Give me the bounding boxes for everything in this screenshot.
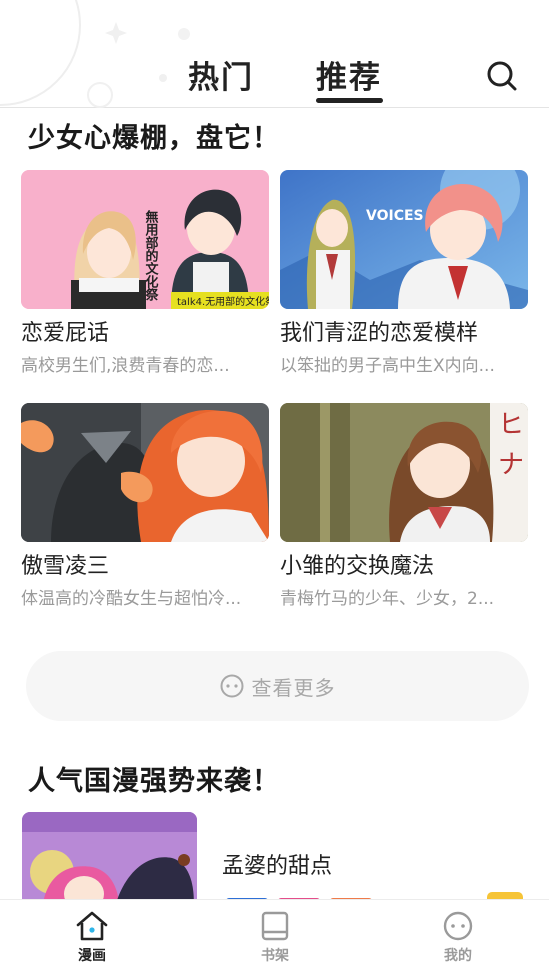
- app-screen: 热门 推荐 少女心爆棚，盘它！ 無用部的文化祭 talk4.无用部的文化祭 恋爱…: [0, 0, 549, 976]
- cover-episode-text: talk4.无用部的文化祭: [177, 295, 269, 308]
- nav-label: 我的: [444, 948, 472, 964]
- comic-title: 恋爱屁话: [21, 321, 110, 346]
- cover-title-text: ナ: [498, 450, 524, 480]
- view-more-button[interactable]: 查看更多: [26, 651, 529, 721]
- tab-hot[interactable]: 热门: [188, 52, 254, 97]
- comic-description: 高校男生们,浪费青春的恋...: [21, 356, 230, 376]
- cover-title-text: VOICES: [366, 208, 424, 224]
- active-tab-indicator: [316, 98, 383, 103]
- nav-label: 漫画: [78, 948, 106, 964]
- home-icon: [76, 911, 108, 941]
- nav-item-bookshelf[interactable]: 书架: [235, 910, 315, 965]
- comic-title: 我们青涩的恋爱模样: [280, 321, 479, 346]
- profile-icon: [443, 911, 473, 941]
- comic-title: 傲雪凌三: [21, 554, 110, 579]
- cover-title-text: 無用部的文化祭: [143, 209, 160, 302]
- comic-cover: [21, 403, 269, 542]
- comic-card[interactable]: VOICES 我们青涩的恋爱模样 以笨拙的男子高中生X内向...: [280, 170, 528, 378]
- comic-title[interactable]: 孟婆的甜点: [222, 848, 332, 880]
- cover-title-text: ヒ: [498, 410, 524, 440]
- section-title-guoman: 人气国漫强势来袭！: [28, 766, 280, 797]
- section-title-shoujo: 少女心爆棚，盘它！: [28, 123, 280, 154]
- comic-cover: ヒ ナ: [280, 403, 528, 542]
- view-more-label: 查看更多: [251, 675, 336, 700]
- top-header: 热门 推荐: [0, 0, 549, 108]
- comic-description: 体温高的冷酷女生与超怕冷...: [21, 589, 242, 609]
- search-icon[interactable]: [484, 58, 520, 94]
- nav-label: 书架: [261, 948, 289, 964]
- comic-card[interactable]: 無用部的文化祭 talk4.无用部的文化祭 恋爱屁话 高校男生们,浪费青春的恋.…: [21, 170, 269, 378]
- tab-recommend[interactable]: 推荐: [316, 52, 382, 97]
- bottom-navigation: 漫画 书架 我的: [0, 899, 549, 976]
- comic-cover: 無用部的文化祭 talk4.无用部的文化祭: [21, 170, 269, 309]
- more-dots-icon: [220, 674, 243, 698]
- comic-description: 青梅竹马的少年、少女，2...: [280, 589, 495, 609]
- comic-card[interactable]: 傲雪凌三 体温高的冷酷女生与超怕冷...: [21, 403, 269, 611]
- nav-item-profile[interactable]: 我的: [418, 910, 498, 965]
- comic-description: 以笨拙的男子高中生X内向...: [280, 356, 495, 376]
- comic-title: 小雏的交换魔法: [280, 554, 435, 579]
- nav-item-comics[interactable]: 漫画: [52, 910, 132, 965]
- comic-cover: VOICES: [280, 170, 528, 309]
- comic-card[interactable]: ヒ ナ 小雏的交换魔法 青梅竹马的少年、少女，2...: [280, 403, 528, 611]
- bookshelf-icon: [261, 911, 289, 941]
